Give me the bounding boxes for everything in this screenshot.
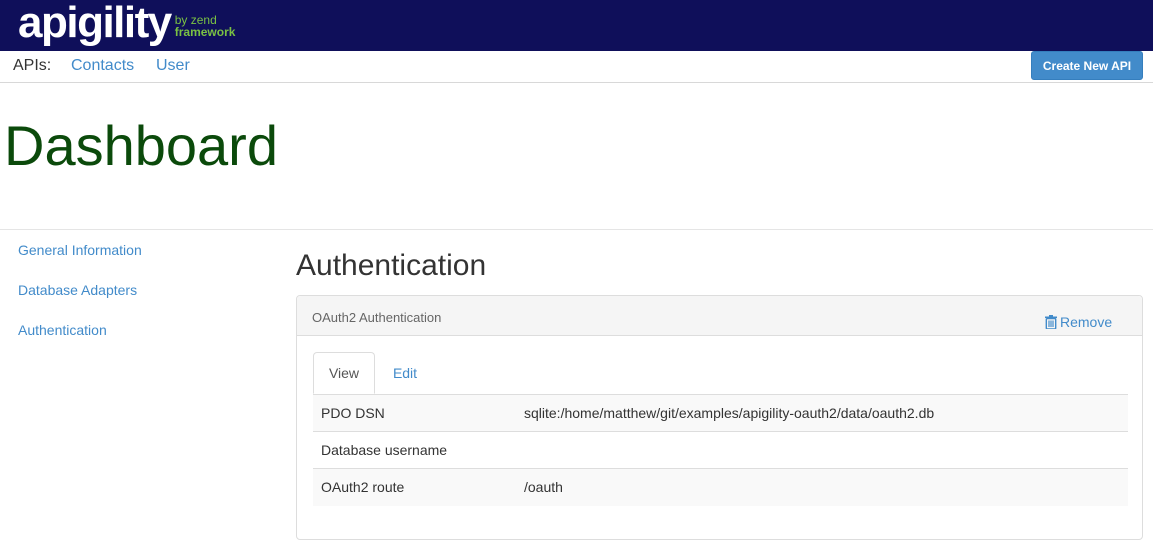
- oauth2-panel: OAuth2 Authentication Remove View Edit P…: [296, 295, 1143, 540]
- top-navbar: apigility by zend framework: [0, 0, 1153, 51]
- sidebar-item-database-adapters[interactable]: Database Adapters: [18, 282, 137, 298]
- row-key: OAuth2 route: [321, 479, 405, 495]
- api-link-user[interactable]: User: [156, 57, 190, 75]
- tab-view[interactable]: View: [313, 352, 375, 394]
- table-row: OAuth2 route /oauth: [313, 469, 1128, 506]
- section-title: Authentication: [296, 249, 487, 282]
- logo-byline: by zend framework: [175, 14, 236, 38]
- row-key: Database username: [321, 442, 448, 458]
- logo-wordmark: apigility: [18, 0, 172, 47]
- sidebar-item-authentication[interactable]: Authentication: [18, 322, 107, 338]
- panel-heading: OAuth2 Authentication Remove: [297, 296, 1142, 336]
- remove-button[interactable]: Remove: [1045, 314, 1112, 330]
- row-key: PDO DSN: [321, 405, 385, 421]
- page-title: Dashboard: [4, 114, 278, 177]
- row-value: sqlite:/home/matthew/git/examples/apigil…: [524, 405, 935, 421]
- table-row: PDO DSN sqlite:/home/matthew/git/example…: [313, 395, 1128, 432]
- remove-label: Remove: [1060, 314, 1113, 330]
- tab-edit[interactable]: Edit: [375, 352, 435, 394]
- apigility-logo[interactable]: apigility by zend framework: [18, 0, 235, 51]
- trash-icon: [1045, 315, 1057, 329]
- apis-label: APIs:: [13, 57, 52, 74]
- create-new-api-button[interactable]: Create New API: [1031, 51, 1143, 80]
- table-row: Database username: [313, 432, 1128, 469]
- panel-tabs: View Edit: [313, 352, 1128, 394]
- api-bar: APIs: Contacts User Create New API: [0, 51, 1153, 83]
- sidebar-item-general-information[interactable]: General Information: [18, 242, 142, 258]
- row-value: /oauth: [524, 479, 563, 495]
- config-table: PDO DSN sqlite:/home/matthew/git/example…: [313, 394, 1128, 506]
- panel-title: OAuth2 Authentication: [312, 310, 442, 325]
- header-divider: [0, 229, 1153, 230]
- logo-framework: framework: [174, 25, 236, 39]
- api-link-contacts[interactable]: Contacts: [71, 57, 134, 75]
